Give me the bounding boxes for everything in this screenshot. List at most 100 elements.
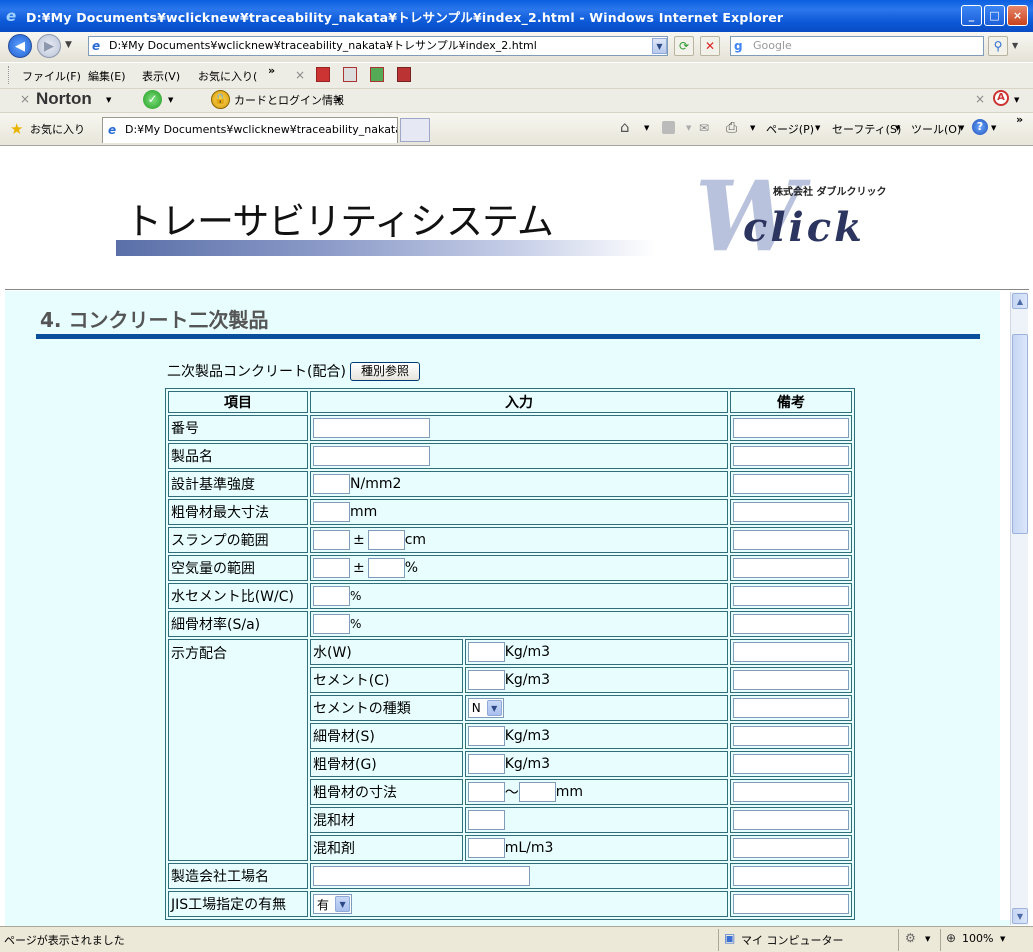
- notes-input[interactable]: [733, 810, 849, 830]
- menu-view[interactable]: 表示(V): [142, 68, 180, 84]
- notes-input[interactable]: [733, 614, 849, 634]
- menu-edit[interactable]: 編集(E): [88, 68, 126, 84]
- water-input[interactable]: [467, 642, 505, 662]
- close-button[interactable]: ×: [1007, 5, 1028, 26]
- max-aggregate-input[interactable]: [313, 502, 350, 522]
- notes-input[interactable]: [733, 530, 849, 550]
- menu-file[interactable]: ファイル(F): [22, 68, 81, 84]
- safety-dropdown-icon[interactable]: ▼: [895, 124, 900, 132]
- cement-input[interactable]: [467, 670, 505, 690]
- notes-input[interactable]: [733, 558, 849, 578]
- command-overflow-icon[interactable]: »: [1016, 113, 1023, 126]
- help-icon[interactable]: ?: [972, 119, 988, 135]
- feeds-icon[interactable]: [662, 121, 675, 134]
- print-dropdown-icon[interactable]: ▼: [750, 124, 755, 132]
- coarse-size-max-input[interactable]: [518, 782, 556, 802]
- notes-input[interactable]: [733, 866, 849, 886]
- check-icon[interactable]: ✓: [143, 90, 162, 109]
- zoom-dropdown-icon[interactable]: ▼: [1000, 935, 1005, 943]
- norton-dropdown-icon[interactable]: ▼: [106, 96, 111, 104]
- slump-input[interactable]: [313, 530, 350, 550]
- coarse-aggregate-input[interactable]: [467, 754, 505, 774]
- search-input[interactable]: g Google: [730, 36, 984, 56]
- norton-logo[interactable]: Norton: [36, 89, 92, 109]
- scroll-up-icon[interactable]: ▲: [1012, 293, 1028, 309]
- zoom-level[interactable]: 100%: [962, 932, 993, 945]
- product-name-input[interactable]: [313, 446, 430, 466]
- pdf-link-icon[interactable]: [370, 67, 384, 82]
- design-strength-input[interactable]: [313, 474, 350, 494]
- notes-input[interactable]: [733, 502, 849, 522]
- sa-ratio-input[interactable]: [313, 614, 350, 634]
- pdf-print-icon[interactable]: [397, 67, 411, 82]
- type-reference-button[interactable]: 種別参照: [349, 361, 420, 381]
- cement-type-select[interactable]: N ▼: [467, 698, 504, 718]
- notes-input[interactable]: [733, 670, 849, 690]
- minimize-button[interactable]: _: [961, 5, 982, 26]
- number-input[interactable]: [313, 418, 430, 438]
- air-tolerance-input[interactable]: [367, 558, 405, 578]
- vertical-scrollbar[interactable]: ▲ ▼: [1010, 292, 1028, 925]
- close-toolbar-icon[interactable]: ×: [295, 68, 305, 82]
- feeds-dropdown-icon[interactable]: ▼: [686, 124, 691, 132]
- print-icon[interactable]: ⎙: [726, 120, 737, 136]
- search-options-icon[interactable]: ▼: [1012, 41, 1018, 50]
- history-dropdown-icon[interactable]: ▼: [65, 40, 72, 50]
- coarse-size-min-input[interactable]: [467, 782, 505, 802]
- admixture-agent-input[interactable]: [467, 838, 505, 858]
- card-login-dropdown-icon[interactable]: ▼: [336, 96, 341, 104]
- zoom-icon[interactable]: ⊕: [946, 931, 956, 945]
- help-dropdown-icon[interactable]: ▼: [991, 124, 996, 132]
- lock-icon[interactable]: 🔒: [211, 90, 230, 109]
- notes-input[interactable]: [733, 698, 849, 718]
- notes-input[interactable]: [733, 446, 849, 466]
- favorites-button[interactable]: お気に入り: [30, 121, 85, 137]
- home-dropdown-icon[interactable]: ▼: [644, 124, 649, 132]
- forward-button[interactable]: ▶: [37, 34, 61, 58]
- check-dropdown-icon[interactable]: ▼: [168, 96, 173, 104]
- refresh-icon[interactable]: ⟳: [674, 36, 694, 56]
- card-login-button[interactable]: カードとログイン情報: [234, 92, 344, 108]
- maximize-button[interactable]: □: [984, 5, 1005, 26]
- admixture-material-input[interactable]: [467, 810, 505, 830]
- scroll-down-icon[interactable]: ▼: [1012, 908, 1028, 924]
- menu-favorites[interactable]: お気に入り(: [198, 68, 257, 84]
- tab-current-page[interactable]: e D:¥My Documents¥wclicknew¥traceability…: [102, 117, 398, 143]
- notes-input[interactable]: [733, 586, 849, 606]
- mail-icon[interactable]: ✉: [699, 121, 709, 135]
- close-norton-icon[interactable]: ×: [20, 92, 30, 106]
- notes-input[interactable]: [733, 474, 849, 494]
- pdf-convert-icon[interactable]: [343, 67, 357, 82]
- stop-icon[interactable]: ✕: [700, 36, 720, 56]
- notes-input[interactable]: [733, 642, 849, 662]
- protected-mode-dropdown-icon[interactable]: ▼: [925, 935, 930, 943]
- notes-input[interactable]: [733, 838, 849, 858]
- wc-ratio-input[interactable]: [313, 586, 350, 606]
- address-dropdown-icon[interactable]: ▼: [652, 38, 667, 54]
- slump-tolerance-input[interactable]: [367, 530, 405, 550]
- notes-input[interactable]: [733, 726, 849, 746]
- tools-dropdown-icon[interactable]: ▼: [959, 124, 964, 132]
- air-input[interactable]: [313, 558, 350, 578]
- back-button[interactable]: ◀: [8, 34, 32, 58]
- scroll-thumb[interactable]: [1012, 334, 1028, 534]
- menu-overflow-icon[interactable]: »: [268, 64, 275, 77]
- address-input[interactable]: e D:¥My Documents¥wclicknew¥traceability…: [88, 36, 668, 56]
- search-icon[interactable]: ⚲: [988, 36, 1008, 56]
- notes-input[interactable]: [733, 894, 849, 914]
- favorites-star-icon[interactable]: ★: [10, 120, 23, 138]
- home-icon[interactable]: ⌂: [620, 118, 630, 136]
- notes-input[interactable]: [733, 754, 849, 774]
- page-menu[interactable]: ページ(P): [766, 121, 814, 137]
- protected-mode-icon[interactable]: ⚙: [905, 931, 916, 945]
- pdf-addon-icon[interactable]: A: [993, 90, 1009, 106]
- page-dropdown-icon[interactable]: ▼: [815, 124, 820, 132]
- tools-menu[interactable]: ツール(O): [911, 121, 961, 137]
- safety-menu[interactable]: セーフティ(S): [832, 121, 901, 137]
- pdf-addon-dropdown-icon[interactable]: ▼: [1014, 96, 1019, 104]
- new-tab-button[interactable]: [400, 118, 430, 142]
- notes-input[interactable]: [733, 418, 849, 438]
- factory-input[interactable]: [313, 866, 530, 886]
- notes-input[interactable]: [733, 782, 849, 802]
- close-addon-icon[interactable]: ×: [975, 92, 985, 106]
